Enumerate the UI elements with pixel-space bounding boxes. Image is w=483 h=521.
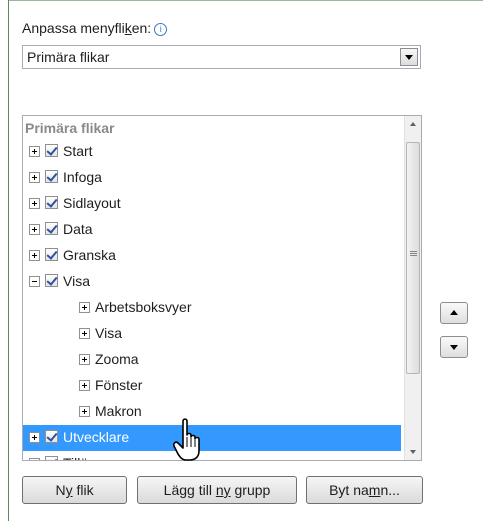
checkbox[interactable] <box>45 274 58 287</box>
customize-ribbon-label: Anpassa menyfliken: i <box>22 20 168 36</box>
dropdown-value: Primära flikar <box>27 49 110 65</box>
ribbon-tabs-dropdown[interactable]: Primära flikar <box>22 45 421 69</box>
collapse-minus-icon[interactable] <box>29 276 40 287</box>
expand-plus-icon[interactable] <box>79 380 90 391</box>
expand-plus-icon[interactable] <box>79 302 90 313</box>
move-up-button[interactable] <box>440 302 468 324</box>
new-tab-text-end: flik <box>72 482 94 498</box>
add-group-access-key: ny <box>215 482 231 498</box>
scroll-up-arrow-icon[interactable] <box>405 116 421 133</box>
add-group-button[interactable]: Lägg till ny grupp <box>137 476 297 504</box>
expand-plus-icon[interactable] <box>29 432 40 443</box>
rename-text-start: Byt na <box>329 482 369 498</box>
expand-plus-icon[interactable] <box>79 328 90 339</box>
ribbon-tree-list[interactable]: Primära flikar Start Infoga Sidlayout Data G… <box>22 115 422 461</box>
tree-group-item[interactable]: Arbetsboksvyer <box>23 295 401 321</box>
scrollbar-thumb[interactable] <box>406 142 420 374</box>
tree-item-label: Infoga <box>63 169 102 185</box>
expand-plus-icon[interactable] <box>29 250 40 261</box>
tree-item-label: Utvecklare <box>63 429 130 445</box>
label-text-end: en: <box>131 20 152 36</box>
label-access-key: k <box>124 20 132 36</box>
add-group-text-start: Lägg till <box>163 482 216 498</box>
tree-tab-item[interactable]: Granska <box>23 243 401 269</box>
hand-pointer-icon <box>173 418 200 461</box>
checkbox[interactable] <box>45 222 58 235</box>
checkbox[interactable] <box>45 196 58 209</box>
checkbox[interactable] <box>45 144 58 157</box>
tree-item-label: Start <box>63 143 93 159</box>
tree-header: Primära flikar <box>25 120 115 136</box>
checkbox[interactable] <box>45 456 58 460</box>
tree-tab-item[interactable]: Utvecklare <box>23 425 401 451</box>
info-circle-icon[interactable]: i <box>154 23 168 36</box>
label-text-start: Anpassa menyfli <box>22 20 125 36</box>
tree-tab-item[interactable]: Tillägg <box>23 451 401 460</box>
tree-group-item[interactable]: Visa <box>23 321 401 347</box>
add-group-text-end: grupp <box>230 482 271 498</box>
expand-plus-icon[interactable] <box>79 406 90 417</box>
new-tab-button[interactable]: Ny flik <box>22 476 127 504</box>
tree-item-label: Makron <box>95 403 142 419</box>
vertical-scrollbar[interactable] <box>404 116 421 460</box>
tree-item-label: Granska <box>63 247 116 263</box>
tree-tab-item[interactable]: Start <box>23 139 401 165</box>
tree-tab-item[interactable]: Sidlayout <box>23 191 401 217</box>
scroll-down-arrow-icon[interactable] <box>405 443 421 460</box>
expand-plus-icon[interactable] <box>29 458 40 460</box>
tree-tab-item[interactable]: Infoga <box>23 165 401 191</box>
checkbox[interactable] <box>45 248 58 261</box>
tree-group-item[interactable]: Fönster <box>23 373 401 399</box>
rename-access-key: m <box>368 482 381 498</box>
tree-item-label: Tillägg <box>63 455 104 460</box>
tree-group-item[interactable]: Makron <box>23 399 401 425</box>
tree-tab-item[interactable]: Visa <box>23 269 401 295</box>
tree-tab-item[interactable]: Data <box>23 217 401 243</box>
tree-group-item[interactable]: Zooma <box>23 347 401 373</box>
chevron-down-icon[interactable] <box>400 48 418 66</box>
new-tab-access-key: y <box>65 482 73 498</box>
expand-plus-icon[interactable] <box>29 224 40 235</box>
tree-item-label: Fönster <box>95 377 143 393</box>
rename-text-end: n... <box>380 482 400 498</box>
tree-item-label: Visa <box>95 325 122 341</box>
panel-top-border <box>8 0 483 1</box>
checkbox[interactable] <box>45 430 58 443</box>
rename-button[interactable]: Byt namn... <box>306 476 423 504</box>
expand-plus-icon[interactable] <box>79 354 90 365</box>
expand-plus-icon[interactable] <box>29 198 40 209</box>
tree-item-label: Zooma <box>95 351 139 367</box>
tree-item-label: Sidlayout <box>63 195 121 211</box>
tree-item-label: Visa <box>63 273 90 289</box>
panel-left-border <box>8 0 9 521</box>
new-tab-text-start: N <box>55 482 66 498</box>
checkbox[interactable] <box>45 170 58 183</box>
grip-icon <box>410 251 417 252</box>
move-down-button[interactable] <box>440 336 468 358</box>
tree-item-label: Arbetsboksvyer <box>95 299 192 315</box>
expand-plus-icon[interactable] <box>29 146 40 157</box>
expand-plus-icon[interactable] <box>29 172 40 183</box>
tree-item-label: Data <box>63 221 93 237</box>
